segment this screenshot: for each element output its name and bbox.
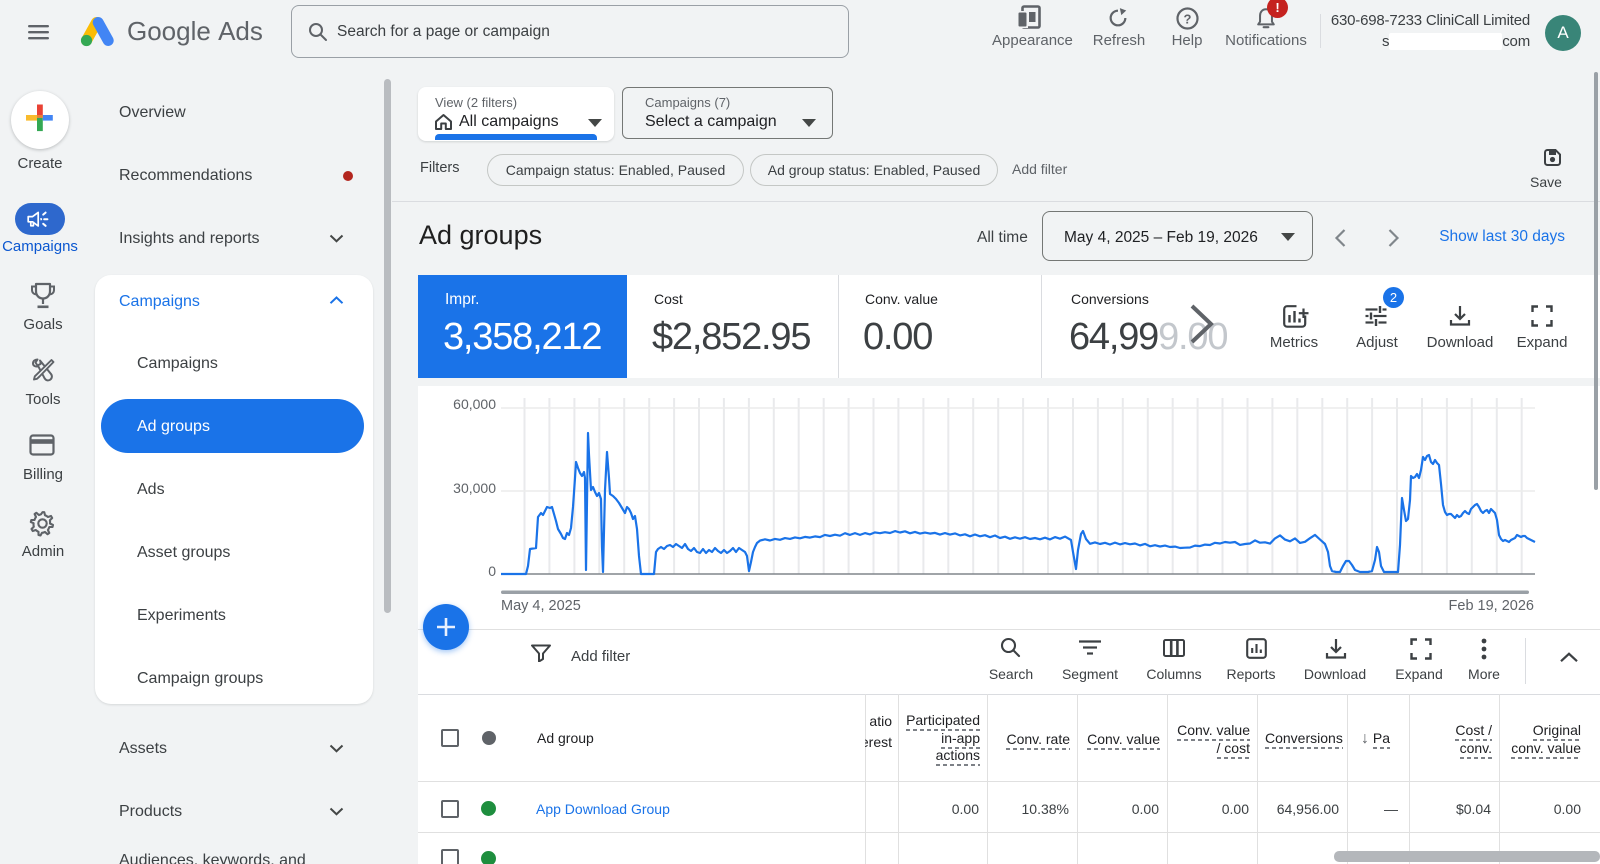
svg-text:?: ?: [1184, 11, 1192, 26]
